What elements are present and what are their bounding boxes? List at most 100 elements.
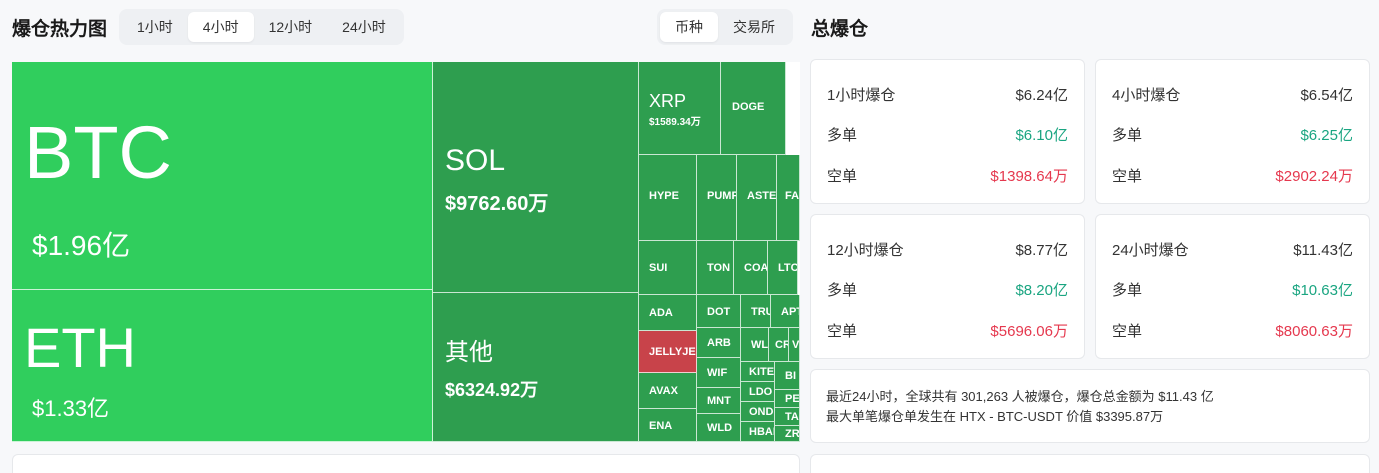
tile-value: $1.33亿 bbox=[32, 396, 110, 421]
treemap-tile-sol[interactable]: SOL $9762.60万 bbox=[433, 62, 639, 293]
tile-symbol: ENA bbox=[649, 420, 673, 432]
treemap-tile-avax[interactable]: AVAX bbox=[639, 373, 697, 409]
treemap-tile-zr[interactable]: ZR bbox=[775, 426, 800, 442]
card-period-label: 4小时爆仓 bbox=[1112, 86, 1181, 104]
total-liquidation-title: 总爆仓 bbox=[811, 19, 869, 40]
short-label: 空单 bbox=[827, 167, 858, 185]
tile-symbol: ONDO bbox=[749, 406, 774, 418]
treemap-tile-jelly[interactable]: JELLYJELLY bbox=[639, 331, 697, 373]
tile-symbol: PUMP bbox=[707, 190, 737, 202]
tile-symbol: WIF bbox=[707, 367, 728, 379]
tab-4h[interactable]: 4小时 bbox=[187, 12, 254, 42]
treemap-tile-ton[interactable]: TON bbox=[697, 241, 734, 295]
treemap-tile-hbar[interactable]: HBAR bbox=[741, 422, 775, 442]
short-label: 空单 bbox=[1112, 322, 1143, 340]
treemap-tile-ada[interactable]: ADA bbox=[639, 295, 697, 331]
treemap-tile-aster[interactable]: ASTER bbox=[737, 155, 777, 241]
tile-symbol: FA bbox=[785, 190, 800, 202]
treemap-tile-tru[interactable]: TRU bbox=[741, 295, 771, 328]
short-label: 空单 bbox=[1112, 167, 1143, 185]
treemap-tile-wif[interactable]: WIF bbox=[697, 358, 741, 388]
tile-symbol: WL bbox=[751, 339, 769, 351]
bottom-panel-right bbox=[810, 454, 1370, 473]
liquidation-treemap: BTC $1.96亿 ETH $1.33亿 SOL $9762.60万其他 $6324.92… bbox=[12, 62, 800, 442]
treemap-tile-ldo[interactable]: LDO bbox=[741, 382, 775, 402]
tab-coin[interactable]: 币种 bbox=[660, 12, 718, 42]
tile-symbol: MNT bbox=[707, 395, 731, 407]
tab-12h[interactable]: 12小时 bbox=[254, 12, 328, 42]
treemap-tile-arb[interactable]: ARB bbox=[697, 328, 741, 358]
treemap-tile-ena[interactable]: ENA bbox=[639, 409, 697, 442]
treemap-tile-pe[interactable]: PE bbox=[775, 390, 800, 408]
treemap-tile-other[interactable]: 其他 $6324.92万 bbox=[433, 293, 639, 442]
tile-symbol: TON bbox=[707, 262, 731, 274]
tile-symbol: TRU bbox=[751, 306, 770, 318]
heatmap-title: 爆仓热力图 bbox=[12, 19, 108, 40]
card-period-label: 12小时爆仓 bbox=[827, 241, 904, 259]
treemap-tile-xrp[interactable]: XRP $1589.34万 bbox=[639, 62, 721, 155]
long-label: 多单 bbox=[827, 126, 858, 144]
tile-symbol: BTC bbox=[24, 111, 172, 194]
tile-symbol: COAI bbox=[744, 262, 768, 274]
card-period-label: 24小时爆仓 bbox=[1112, 241, 1189, 259]
tile-symbol: WLD bbox=[707, 422, 733, 434]
long-value: $6.10亿 bbox=[1015, 126, 1068, 144]
tile-symbol: JELLYJELLY bbox=[649, 346, 696, 358]
summary-text: 最近24小时，全球共有 301,263 人被爆仓，爆仓总金额为 $11.43 亿… bbox=[826, 387, 1214, 427]
tile-symbol: ZR bbox=[785, 428, 800, 440]
long-value: $10.63亿 bbox=[1292, 281, 1353, 299]
short-value: $5696.06万 bbox=[990, 322, 1068, 340]
treemap-tile-ta[interactable]: TA bbox=[775, 408, 800, 426]
treemap-tile-sui[interactable]: SUI bbox=[639, 241, 697, 295]
treemap-tile-dot[interactable]: DOT bbox=[697, 295, 741, 328]
treemap-tile-wl[interactable]: WL bbox=[741, 328, 769, 362]
time-range-selector: 1小时 4小时 12小时 24小时 bbox=[119, 9, 404, 45]
card-total-value: $6.54亿 bbox=[1300, 86, 1353, 104]
treemap-tile-apt[interactable]: APT bbox=[771, 295, 800, 328]
treemap-tile-mnt[interactable]: MNT bbox=[697, 388, 741, 414]
short-value: $1398.64万 bbox=[990, 167, 1068, 185]
short-value: $8060.63万 bbox=[1275, 322, 1353, 340]
treemap-tile-ltc[interactable]: LTC bbox=[768, 241, 798, 295]
card-total-value: $8.77亿 bbox=[1015, 241, 1068, 259]
card-12h: 12小时爆仓 $8.77亿 多单 $8.20亿 空单 $5696.06万 bbox=[810, 214, 1085, 359]
tab-exchange[interactable]: 交易所 bbox=[718, 12, 790, 42]
treemap-tile-btc[interactable]: BTC $1.96亿 bbox=[12, 62, 433, 290]
tile-symbol: DOT bbox=[707, 306, 731, 318]
tile-symbol: SUI bbox=[649, 262, 668, 274]
tile-symbol: ADA bbox=[649, 307, 673, 319]
tile-symbol: SOL bbox=[445, 144, 506, 177]
tile-value: $9762.60万 bbox=[445, 193, 549, 215]
card-1h: 1小时爆仓 $6.24亿 多单 $6.10亿 空单 $1398.64万 bbox=[810, 59, 1085, 204]
long-value: $6.25亿 bbox=[1300, 126, 1353, 144]
treemap-tile-ondo[interactable]: ONDO bbox=[741, 402, 775, 422]
short-label: 空单 bbox=[827, 322, 858, 340]
treemap-tile-doge[interactable]: DOGE bbox=[721, 62, 786, 155]
treemap-tile-eth[interactable]: ETH $1.33亿 bbox=[12, 290, 433, 442]
tile-value: $1.96亿 bbox=[32, 230, 131, 261]
tile-symbol: XRP bbox=[649, 91, 687, 111]
tile-symbol: APT bbox=[781, 306, 799, 318]
tile-symbol: CR bbox=[775, 339, 788, 351]
treemap-tile-pump[interactable]: PUMP bbox=[697, 155, 737, 241]
treemap-tile-bi[interactable]: BI bbox=[775, 362, 800, 390]
treemap-tile-fa[interactable]: FA bbox=[777, 155, 800, 241]
tile-symbol: V bbox=[792, 339, 800, 351]
treemap-tile-hype[interactable]: HYPE bbox=[639, 155, 697, 241]
tile-symbol: 其他 bbox=[445, 339, 493, 366]
summary-line-1: 最近24小时，全球共有 301,263 人被爆仓，爆仓总金额为 $11.43 亿 bbox=[826, 389, 1214, 404]
tile-symbol: PE bbox=[785, 393, 800, 405]
treemap-tile-coai[interactable]: COAI bbox=[734, 241, 768, 295]
tile-symbol: BI bbox=[785, 370, 796, 382]
tile-symbol: LDO bbox=[749, 386, 773, 398]
tile-symbol: HBAR bbox=[749, 426, 774, 438]
short-value: $2902.24万 bbox=[1275, 167, 1353, 185]
tab-1h[interactable]: 1小时 bbox=[122, 12, 188, 42]
long-label: 多单 bbox=[1112, 126, 1143, 144]
treemap-tile-kite[interactable]: KITE bbox=[741, 362, 775, 382]
treemap-tile-wld[interactable]: WLD bbox=[697, 414, 741, 442]
treemap-tile-v[interactable]: V bbox=[789, 328, 800, 362]
treemap-tile-cr[interactable]: CR bbox=[769, 328, 789, 362]
tab-24h[interactable]: 24小时 bbox=[327, 12, 401, 42]
tile-value: $1589.34万 bbox=[649, 117, 701, 128]
